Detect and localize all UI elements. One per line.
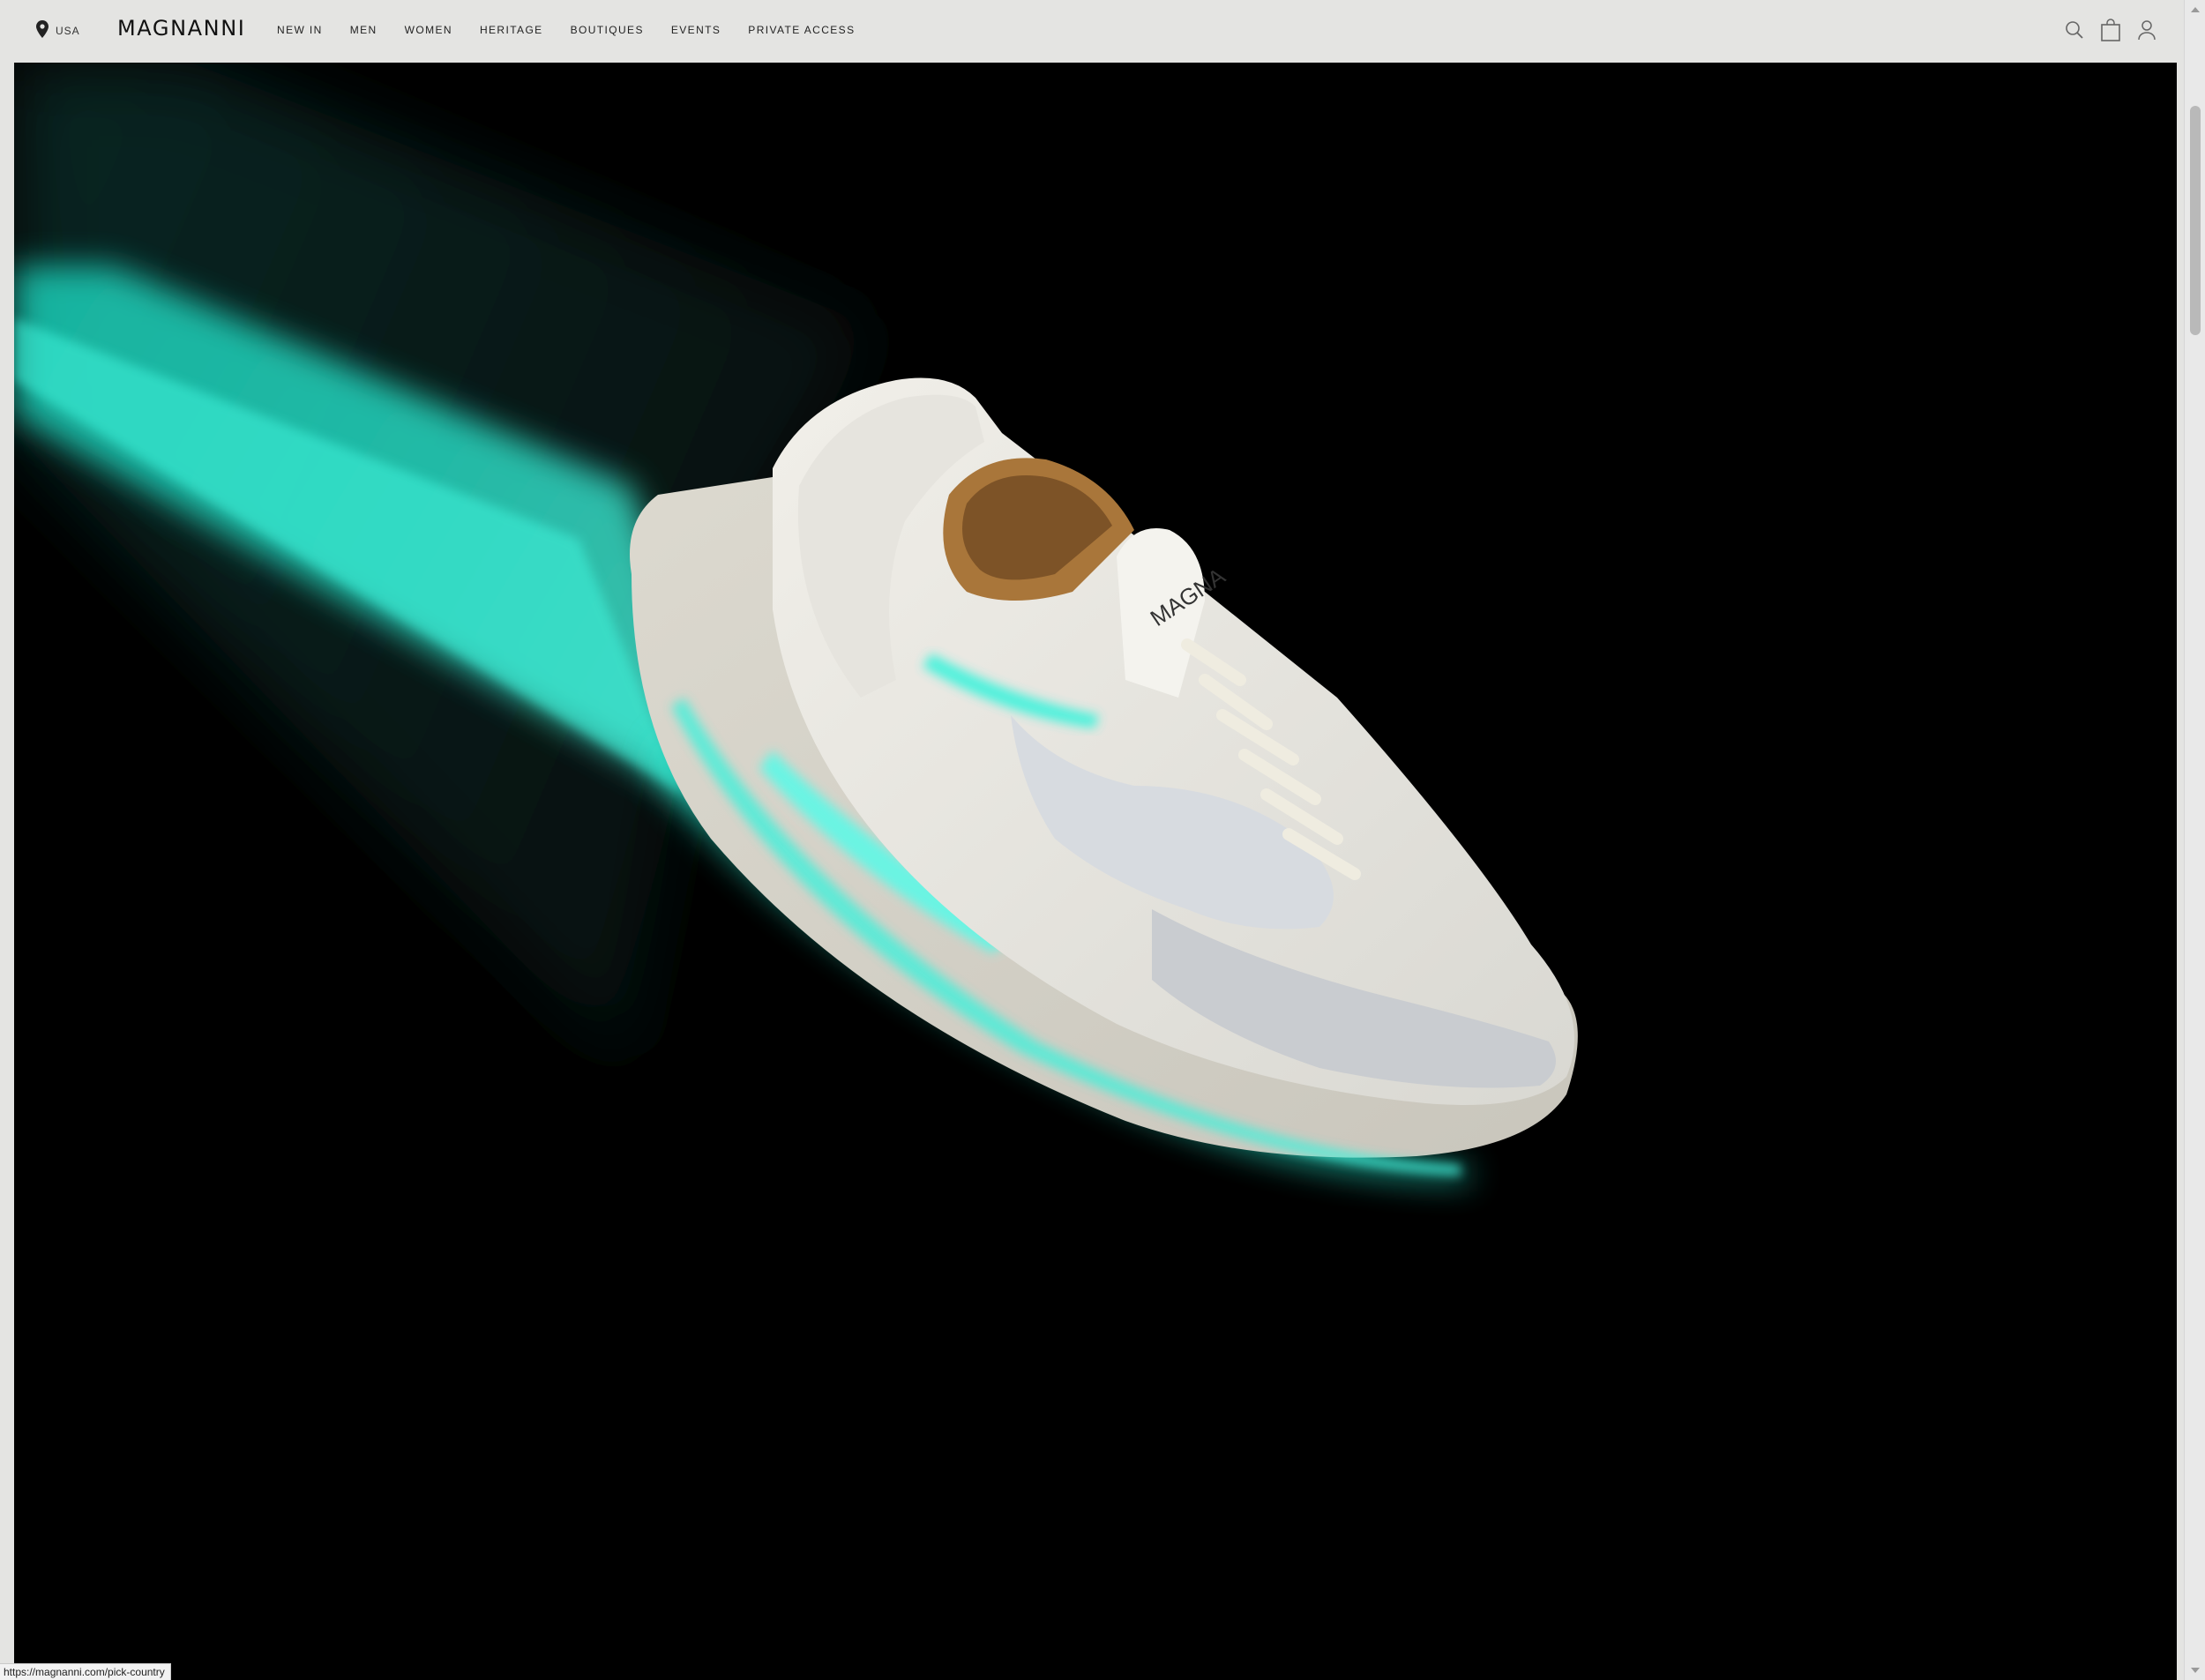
- site-header: USA MAGNANNI NEW IN MEN WOMEN HERITAGE B…: [0, 0, 2184, 62]
- scroll-down-icon[interactable]: [2191, 1668, 2200, 1673]
- scroll-up-icon[interactable]: [2191, 7, 2200, 12]
- country-label: USA: [56, 25, 80, 37]
- status-bar-url: https://magnanni.com/pick-country: [0, 1663, 171, 1680]
- scroll-thumb[interactable]: [2190, 106, 2201, 335]
- location-pin-icon: [36, 19, 49, 42]
- nav-new-in[interactable]: NEW IN: [277, 24, 323, 36]
- hero-sneaker-image: MAGNA: [14, 63, 1578, 1183]
- hero-banner[interactable]: MAGNA: [14, 63, 2177, 1680]
- nav-boutiques[interactable]: BOUTIQUES: [571, 24, 644, 36]
- header-utilities: [2064, 18, 2157, 42]
- vertical-scrollbar[interactable]: [2184, 0, 2205, 1680]
- account-icon[interactable]: [2136, 18, 2157, 42]
- nav-men[interactable]: MEN: [350, 24, 377, 36]
- nav-heritage[interactable]: HERITAGE: [480, 24, 543, 36]
- country-selector[interactable]: USA: [36, 19, 80, 42]
- nav-events[interactable]: EVENTS: [671, 24, 721, 36]
- brand-logo[interactable]: MAGNANNI: [117, 16, 245, 41]
- nav-women[interactable]: WOMEN: [405, 24, 452, 36]
- search-icon[interactable]: [2064, 18, 2085, 42]
- nav-private-access[interactable]: PRIVATE ACCESS: [748, 24, 855, 36]
- shopping-bag-icon[interactable]: [2100, 18, 2121, 42]
- page: USA MAGNANNI NEW IN MEN WOMEN HERITAGE B…: [0, 0, 2205, 1680]
- main-nav: NEW IN MEN WOMEN HERITAGE BOUTIQUES EVEN…: [277, 24, 882, 36]
